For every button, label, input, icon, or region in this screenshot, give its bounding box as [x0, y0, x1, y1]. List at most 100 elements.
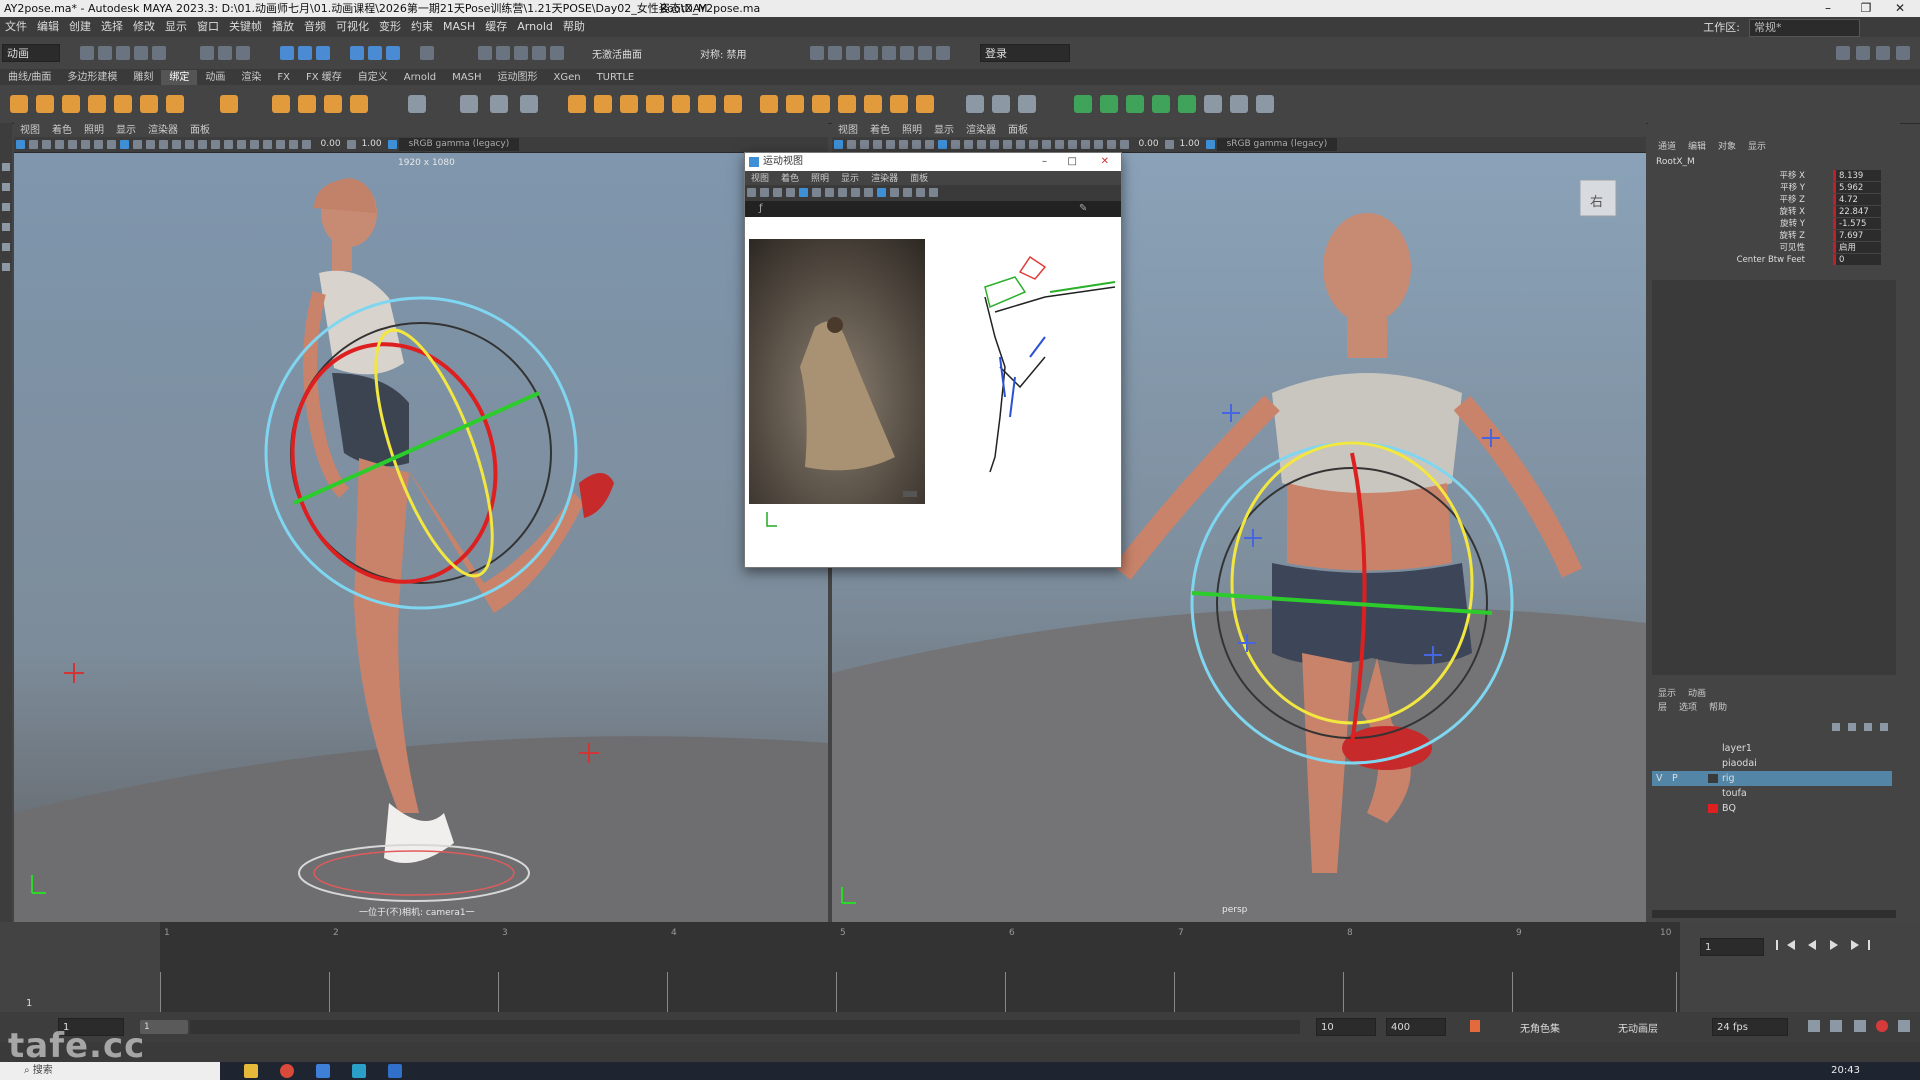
fps-dropdown[interactable]: 24 fps	[1712, 1018, 1788, 1036]
color-mgmt-icon[interactable]	[387, 140, 397, 149]
channel-value[interactable]: -1.575	[1833, 218, 1881, 229]
snap-live-icon[interactable]	[386, 46, 400, 60]
boolean-icon[interactable]	[812, 95, 830, 113]
safe-action-icon[interactable]	[133, 140, 142, 149]
shelf-tab[interactable]: 雕刻	[125, 70, 161, 86]
cb-tab-object[interactable]: 对象	[1712, 140, 1742, 154]
maya-taskbar-icon[interactable]	[352, 1064, 366, 1078]
resolution-gate-icon[interactable]	[825, 188, 834, 197]
render-icon[interactable]	[496, 46, 510, 60]
reduce-icon[interactable]	[890, 95, 908, 113]
menu-create[interactable]: 创建	[64, 17, 96, 37]
preferences-icon[interactable]	[1898, 1020, 1910, 1032]
camera-icon[interactable]	[834, 140, 843, 149]
play-backward-icon[interactable]	[1808, 940, 1816, 950]
channel-row[interactable]: 旋转 Z 7.697	[1648, 230, 1900, 242]
unfold-icon[interactable]	[1204, 95, 1222, 113]
channel-row[interactable]: Center Btw Feet 0	[1648, 254, 1900, 266]
isolate-icon[interactable]	[263, 140, 272, 149]
gamma-icon[interactable]	[1164, 140, 1174, 149]
panel-menu-panels[interactable]: 面板	[184, 124, 216, 138]
open-scene-icon[interactable]	[98, 46, 112, 60]
bookmark-icon[interactable]	[860, 140, 869, 149]
layer-tab-anim[interactable]: 动画	[1682, 688, 1712, 700]
layer-row[interactable]: layer1	[1652, 741, 1892, 756]
layer-color-swatch[interactable]	[1708, 804, 1718, 813]
cb-tab-edit[interactable]: 编辑	[1682, 140, 1712, 154]
panel-menu-renderer[interactable]: 渲染器	[960, 124, 1002, 138]
left-viewport[interactable]: 1920 x 1080 一位于(不)相机: camera1一	[14, 153, 828, 922]
layer-visibility-toggle[interactable]: V	[1656, 771, 1663, 786]
panel-menu-panels[interactable]: 面板	[1002, 124, 1034, 138]
layer-row[interactable]: toufa	[1652, 786, 1892, 801]
panel-menu-show[interactable]: 显示	[928, 124, 960, 138]
sidebar-toggle-5-icon[interactable]	[882, 46, 896, 60]
shelf-tab[interactable]: MASH	[444, 70, 489, 86]
shelf-tab[interactable]: TURTLE	[589, 70, 643, 86]
camera-attr-icon[interactable]	[847, 140, 856, 149]
target-weld-icon[interactable]	[992, 95, 1010, 113]
lock-icon[interactable]	[420, 46, 434, 60]
float-minimize-icon[interactable]: –	[1042, 153, 1047, 171]
snap-surface-icon[interactable]	[368, 46, 382, 60]
antialias-icon[interactable]	[1107, 140, 1116, 149]
merge-icon[interactable]	[672, 95, 690, 113]
wireframe-icon[interactable]	[851, 188, 860, 197]
close-button[interactable]: ✕	[1880, 0, 1920, 17]
playback-end-field[interactable]: 400	[1386, 1018, 1446, 1036]
gamma-value[interactable]: 1.00	[362, 137, 382, 152]
channel-row[interactable]: 平移 Y 5.962	[1648, 182, 1900, 194]
view-transform-dropdown[interactable]: sRGB gamma (legacy)	[1216, 138, 1338, 151]
xray-icon[interactable]	[237, 140, 246, 149]
textured-icon[interactable]	[1016, 140, 1025, 149]
textured-icon[interactable]	[198, 140, 207, 149]
workspace-selector[interactable]: 工作区: 常规*	[1698, 19, 1860, 37]
channel-value[interactable]: 5.962	[1833, 182, 1881, 193]
menu-audio[interactable]: 音频	[299, 17, 331, 37]
film-gate-icon[interactable]	[899, 140, 908, 149]
spherical-map-icon[interactable]	[1152, 95, 1170, 113]
wireframe-on-shaded-icon[interactable]	[185, 140, 194, 149]
layer-color-swatch[interactable]	[1708, 774, 1718, 783]
range-slider-track[interactable]	[190, 1020, 1300, 1034]
panel-menu-renderer[interactable]: 渲染器	[142, 124, 184, 138]
mirror-icon[interactable]	[760, 95, 778, 113]
app-icon[interactable]	[316, 1064, 330, 1078]
new-layer-icon[interactable]	[1864, 723, 1872, 731]
camera-attr-icon[interactable]	[29, 140, 38, 149]
channel-row[interactable]: 平移 X 8.139	[1648, 170, 1900, 182]
layer-playback-toggle[interactable]: P	[1672, 771, 1678, 786]
gate-mask-icon[interactable]	[925, 140, 934, 149]
view-transform-dropdown[interactable]: sRGB gamma (legacy)	[398, 138, 520, 151]
smooth-shade-icon[interactable]	[864, 188, 873, 197]
menu-playback[interactable]: 播放	[267, 17, 299, 37]
float-maximize-icon[interactable]: □	[1068, 153, 1077, 171]
tool-settings-icon[interactable]	[1876, 46, 1890, 60]
menu-set-dropdown[interactable]: 动画	[2, 44, 60, 62]
bookmark-icon[interactable]	[42, 140, 51, 149]
poly-disc-icon[interactable]	[166, 95, 184, 113]
color-mgmt-icon[interactable]	[1205, 140, 1215, 149]
panel-menu-shading[interactable]: 着色	[46, 124, 78, 138]
channel-value[interactable]: 7.697	[1833, 230, 1881, 241]
history-icon[interactable]	[478, 46, 492, 60]
dof-icon[interactable]	[1120, 140, 1129, 149]
channel-box-icon[interactable]	[1896, 46, 1910, 60]
save-scene-icon[interactable]	[116, 46, 130, 60]
sidebar-toggle-8-icon[interactable]	[936, 46, 950, 60]
gate-mask-icon[interactable]	[107, 140, 116, 149]
xray-icon[interactable]	[1055, 140, 1064, 149]
sound-icon[interactable]	[1854, 1020, 1866, 1032]
menu-select[interactable]: 选择	[96, 17, 128, 37]
float-menu-shading[interactable]: 着色	[775, 172, 805, 186]
layer-scrollbar[interactable]	[1652, 910, 1896, 918]
camera-icon[interactable]	[16, 140, 25, 149]
auto-map-icon[interactable]	[1178, 95, 1196, 113]
planar-map-icon[interactable]	[1100, 95, 1118, 113]
step-back-key-icon[interactable]	[1786, 940, 1795, 950]
go-to-start-icon[interactable]	[1776, 940, 1778, 950]
float-menu-view[interactable]: 视图	[745, 172, 775, 186]
menu-edit[interactable]: 编辑	[32, 17, 64, 37]
taskbar-clock[interactable]: 20:43	[1831, 1062, 1860, 1080]
menu-deform[interactable]: 变形	[374, 17, 406, 37]
